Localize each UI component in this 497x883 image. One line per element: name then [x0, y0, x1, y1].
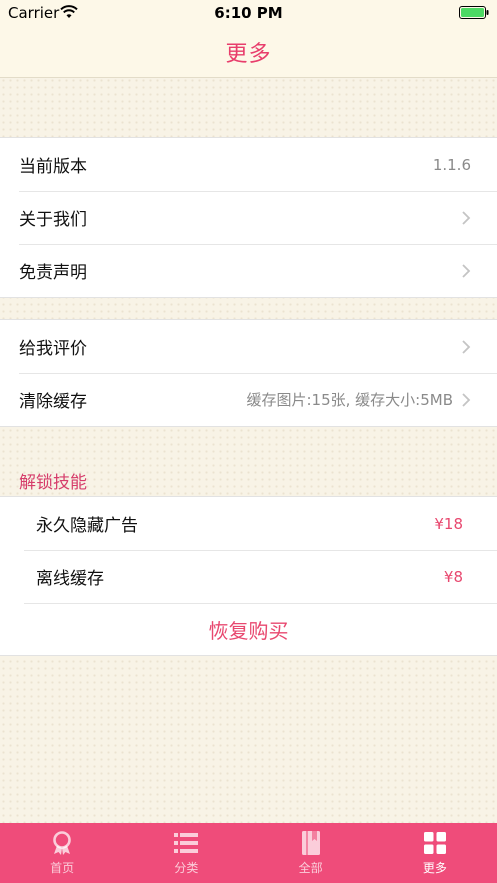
restore-purchase-button[interactable]: 恢复购买 [0, 603, 497, 655]
row-current-version: 当前版本 1.1.6 [0, 138, 497, 191]
price-label: ¥18 [434, 514, 463, 533]
tab-label: 分类 [174, 861, 199, 875]
grid-icon [423, 832, 446, 854]
chevron-right-icon [462, 339, 471, 354]
tab-label: 全部 [298, 861, 323, 875]
status-time: 6:10 PM [214, 4, 283, 22]
row-label: 给我评价 [19, 339, 87, 359]
row-label: 关于我们 [19, 210, 87, 230]
section-header-unlock: 解锁技能 [19, 473, 87, 493]
tab-label: 首页 [50, 861, 75, 875]
tab-home[interactable]: 首页 [0, 823, 124, 883]
row-rate-app[interactable]: 给我评价 [0, 320, 497, 373]
tab-all[interactable]: 全部 [249, 823, 373, 883]
tab-label: 更多 [422, 861, 447, 875]
row-about-us[interactable]: 关于我们 [0, 191, 497, 244]
row-remove-ads[interactable]: 永久隐藏广告 ¥18 [0, 497, 497, 550]
chevron-right-icon [462, 210, 471, 225]
tab-more[interactable]: 更多 [373, 823, 497, 883]
list-icon [174, 833, 199, 853]
award-icon [53, 831, 71, 855]
settings-group-tools: 给我评价 清除缓存 缓存图片:15张, 缓存大小:5MB [0, 319, 497, 427]
version-value: 1.1.6 [432, 155, 471, 174]
row-label: 清除缓存 [19, 392, 87, 412]
row-disclaimer[interactable]: 免责声明 [0, 244, 497, 297]
row-offline-cache[interactable]: 离线缓存 ¥8 [0, 550, 497, 603]
tab-bar: 首页 分类 全部 更多 [0, 823, 497, 883]
book-icon [301, 831, 320, 855]
row-label: 当前版本 [19, 157, 87, 177]
settings-group-info: 当前版本 1.1.6 关于我们 免责声明 [0, 137, 497, 298]
navigation-bar: 更多 [0, 26, 497, 78]
row-clear-cache[interactable]: 清除缓存 缓存图片:15张, 缓存大小:5MB [0, 373, 497, 426]
row-label: 永久隐藏广告 [36, 516, 138, 536]
tab-categories[interactable]: 分类 [124, 823, 248, 883]
battery-icon [459, 6, 489, 19]
page-title: 更多 [225, 42, 272, 67]
row-label: 免责声明 [19, 263, 87, 283]
row-label: 离线缓存 [36, 569, 104, 589]
status-bar: Carrier 6:10 PM [0, 0, 497, 26]
price-label: ¥8 [443, 567, 463, 586]
chevron-right-icon [462, 263, 471, 278]
cache-info-value: 缓存图片:15张, 缓存大小:5MB [246, 391, 453, 409]
chevron-right-icon [462, 392, 471, 407]
unlock-group: 永久隐藏广告 ¥18 离线缓存 ¥8 恢复购买 [0, 496, 497, 656]
